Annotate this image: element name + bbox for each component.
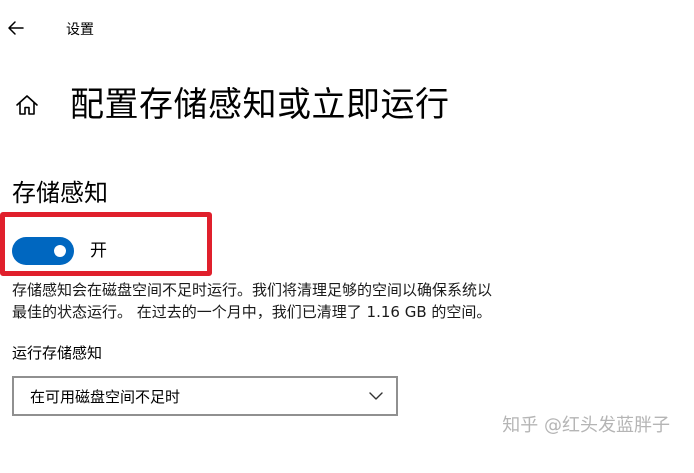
run-storage-sense-dropdown[interactable]: 在可用磁盘空间不足时 [12,376,398,416]
storage-sense-toggle[interactable] [12,237,74,265]
section-title: 存储感知 [12,179,108,207]
watermark: 知乎 @红头发蓝胖子 [502,415,670,436]
toggle-state-label: 开 [90,241,107,261]
run-storage-sense-label: 运行存储感知 [12,344,103,362]
dropdown-selected-value: 在可用磁盘空间不足时 [30,388,181,406]
description-line-1: 存储感知会在磁盘空间不足时运行。我们将清理足够的空间以确保系统以 [12,281,493,299]
app-title: 设置 [66,22,94,38]
home-icon [16,95,38,115]
back-button[interactable] [4,16,28,40]
toggle-knob [54,245,66,257]
chevron-down-icon [369,392,383,400]
page-title: 配置存储感知或立即运行 [70,85,450,125]
arrow-left-icon [8,21,24,35]
storage-sense-description: 存储感知会在磁盘空间不足时运行。我们将清理足够的空间以确保系统以 最佳的状态运行… [12,279,652,323]
description-line-2: 最佳的状态运行。 在过去的一个月中，我们已清理了 1.16 GB 的空间。 [12,303,492,321]
